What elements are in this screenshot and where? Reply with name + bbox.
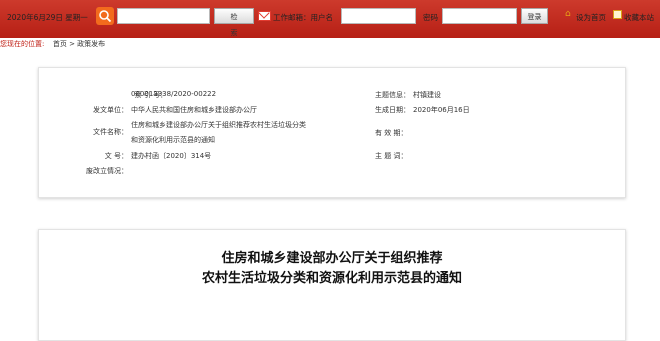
- search-input[interactable]: [117, 8, 210, 24]
- topic-label: 主题信息：: [375, 91, 410, 99]
- generated-date-label: 生成日期：: [375, 106, 410, 114]
- search-button[interactable]: 检 索: [214, 8, 254, 37]
- breadcrumb-home-link[interactable]: 首页: [53, 40, 67, 48]
- generated-date-value: 2020年06月16日: [413, 106, 470, 114]
- current-date: 2020年6月29日 星期一: [7, 13, 88, 22]
- breadcrumb-lead: 您现在的位置:: [0, 40, 45, 48]
- filename-value-line2: 和资源化利用示范县的通知: [131, 136, 215, 144]
- password-label: 密码: [423, 13, 438, 22]
- mail-username-label: 工作邮箱：用户名: [273, 13, 333, 22]
- top-bar: 2020年6月29日 星期一 检 索 工作邮箱：用户名 密码 登录 ⌂ 设为首页…: [0, 0, 660, 38]
- document-info-panel: 索 引 号： 000013338/2020-00222 主题信息： 村镇建设 发…: [38, 67, 626, 198]
- mail-icon: [258, 11, 271, 21]
- breadcrumb-current[interactable]: 政策发布: [77, 40, 105, 48]
- set-home-link[interactable]: 设为首页: [576, 12, 606, 23]
- doc-number-value: 建办村函〔2020〕314号: [131, 152, 212, 160]
- article-title-line1: 住房和城乡建设部办公厅关于组织推荐: [221, 251, 443, 266]
- username-input[interactable]: [341, 8, 416, 24]
- favorite-icon[interactable]: [613, 10, 622, 19]
- validity-label: 有 效 期：: [375, 129, 408, 137]
- search-icon[interactable]: [96, 7, 114, 25]
- filename-value-line1: 住房和城乡建设部办公厅关于组织推荐农村生活垃圾分类: [131, 121, 306, 129]
- breadcrumb: 您现在的位置: 首页 > 政策发布: [0, 39, 105, 51]
- keyword-label: 主 题 词：: [375, 152, 408, 160]
- article-panel: 住房和城乡建设部办公厅关于组织推荐 农村生活垃圾分类和资源化利用示范县的通知: [38, 229, 626, 341]
- doc-number-label: 文 号：: [104, 152, 128, 160]
- origin-label: 废改立情况：: [86, 167, 128, 175]
- issuer-label: 发文单位：: [93, 106, 128, 114]
- home-icon[interactable]: ⌂: [565, 10, 574, 19]
- add-favorite-link[interactable]: 收藏本站: [624, 12, 654, 23]
- login-button[interactable]: 登录: [521, 8, 548, 24]
- filename-label: 文件名称：: [93, 128, 128, 136]
- password-input[interactable]: [442, 8, 517, 24]
- index-value: 000013338/2020-00222: [131, 90, 217, 98]
- article-title-line2: 农村生活垃圾分类和资源化利用示范县的通知: [201, 271, 462, 286]
- topic-value: 村镇建设: [413, 91, 441, 99]
- breadcrumb-separator: >: [69, 40, 75, 48]
- toolbar: 2020年6月29日 星期一 检 索 工作邮箱：用户名 密码 登录 ⌂ 设为首页…: [0, 7, 660, 37]
- issuer-value: 中华人民共和国住房和城乡建设部办公厅: [131, 106, 257, 114]
